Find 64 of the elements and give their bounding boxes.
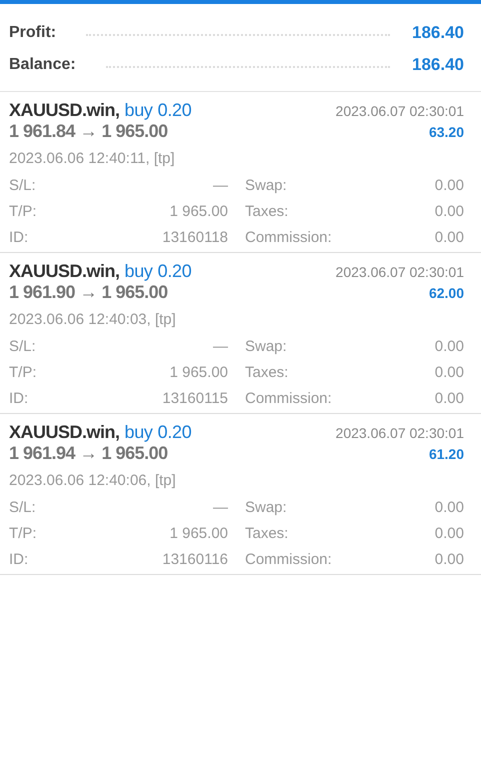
field-label: Taxes: [244, 524, 290, 544]
field-label: Commission: [244, 550, 333, 570]
open-time: 2023.06.06 12:40:06, [tp] [9, 472, 177, 491]
field-value: 13160116 [161, 550, 228, 570]
open-time: 2023.06.06 12:40:11, [tp] [9, 150, 176, 169]
field-value: 0.00 [434, 389, 464, 409]
field-value: 0.00 [434, 498, 464, 518]
field-value: 13160115 [161, 389, 228, 409]
field-value: 0.00 [434, 228, 464, 248]
field-label: Swap: [244, 498, 288, 518]
field-value: 0.00 [434, 337, 464, 357]
field-label: ID: [9, 228, 30, 248]
field-value: 13160118 [161, 228, 228, 248]
field-label: ID: [9, 389, 30, 409]
deal-side: buy [124, 261, 153, 281]
field-label: S/L: [9, 176, 37, 196]
deal-item[interactable]: XAUUSD.win, buy 0.20 2023.06.07 02:30:01 1 961.84 → 1 965.00 63.20 2023.06.06 12:40:11, [tp] S/L: — Swap: 0.00 T/P: 1 965.00 Taxes: 0.00 ID: 13160118 Commission: 0.00 [0, 92, 481, 253]
deal-symbol: XAUUSD.win, [9, 422, 120, 442]
field-label: Swap: [244, 176, 288, 196]
field-label: T/P: [9, 202, 38, 222]
deal-prices: 1 961.94 → 1 965.00 [9, 443, 168, 464]
close-time: 2023.06.07 02:30:01 [336, 425, 464, 441]
field-label: Commission: [244, 389, 333, 409]
field-label: S/L: [9, 337, 37, 357]
field-value: 0.00 [434, 363, 464, 383]
field-value: — [212, 337, 228, 357]
field-label: Swap: [244, 337, 288, 357]
field-value: 0.00 [434, 176, 464, 196]
deal-side: buy [124, 422, 153, 442]
field-value: 0.00 [434, 550, 464, 570]
field-value: — [212, 498, 228, 518]
deal-item[interactable]: XAUUSD.win, buy 0.20 2023.06.07 02:30:01 1 961.90 → 1 965.00 62.00 2023.06.06 12:40:03, [tp] S/L: — Swap: 0.00 T/P: 1 965.00 Taxes: 0.00 ID: 13160115 Commission: 0.00 [0, 253, 481, 414]
field-value: 1 965.00 [168, 202, 228, 222]
summary-label: Balance: [9, 56, 76, 74]
field-label: Taxes: [244, 363, 290, 383]
summary-value: 186.40 [412, 23, 464, 43]
field-value: 0.00 [434, 202, 464, 222]
deal-volume: 0.20 [158, 261, 192, 281]
field-value: 0.00 [434, 524, 464, 544]
field-label: T/P: [9, 524, 38, 544]
summary-label: Profit: [9, 24, 56, 42]
deal-profit: 61.20 [428, 446, 464, 462]
field-label: ID: [9, 550, 30, 570]
close-time: 2023.06.07 02:30:01 [336, 103, 464, 119]
close-time: 2023.06.07 02:30:01 [336, 264, 464, 280]
deal-item[interactable]: XAUUSD.win, buy 0.20 2023.06.07 02:30:01 1 961.94 → 1 965.00 61.20 2023.06.06 12:40:06, [tp] S/L: — Swap: 0.00 T/P: 1 965.00 Taxes: 0.00 ID: 13160116 Commission: 0.00 [0, 414, 481, 575]
field-label: T/P: [9, 363, 38, 383]
open-time: 2023.06.06 12:40:03, [tp] [9, 311, 177, 330]
deal-side: buy [124, 100, 153, 120]
deal-volume: 0.20 [158, 422, 192, 442]
deal-volume: 0.20 [158, 100, 192, 120]
deal-prices: 1 961.90 → 1 965.00 [9, 282, 168, 303]
deal-profit: 63.20 [428, 124, 464, 140]
field-value: 1 965.00 [168, 524, 228, 544]
deal-symbol: XAUUSD.win, [9, 100, 120, 120]
field-label: Commission: [244, 228, 333, 248]
field-value: — [212, 176, 228, 196]
field-label: Taxes: [244, 202, 290, 222]
deal-prices: 1 961.84 → 1 965.00 [9, 121, 168, 142]
deal-symbol: XAUUSD.win, [9, 261, 120, 281]
deal-profit: 62.00 [428, 285, 464, 301]
summary-value: 186.40 [412, 55, 464, 75]
field-value: 1 965.00 [168, 363, 228, 383]
field-label: S/L: [9, 498, 37, 518]
